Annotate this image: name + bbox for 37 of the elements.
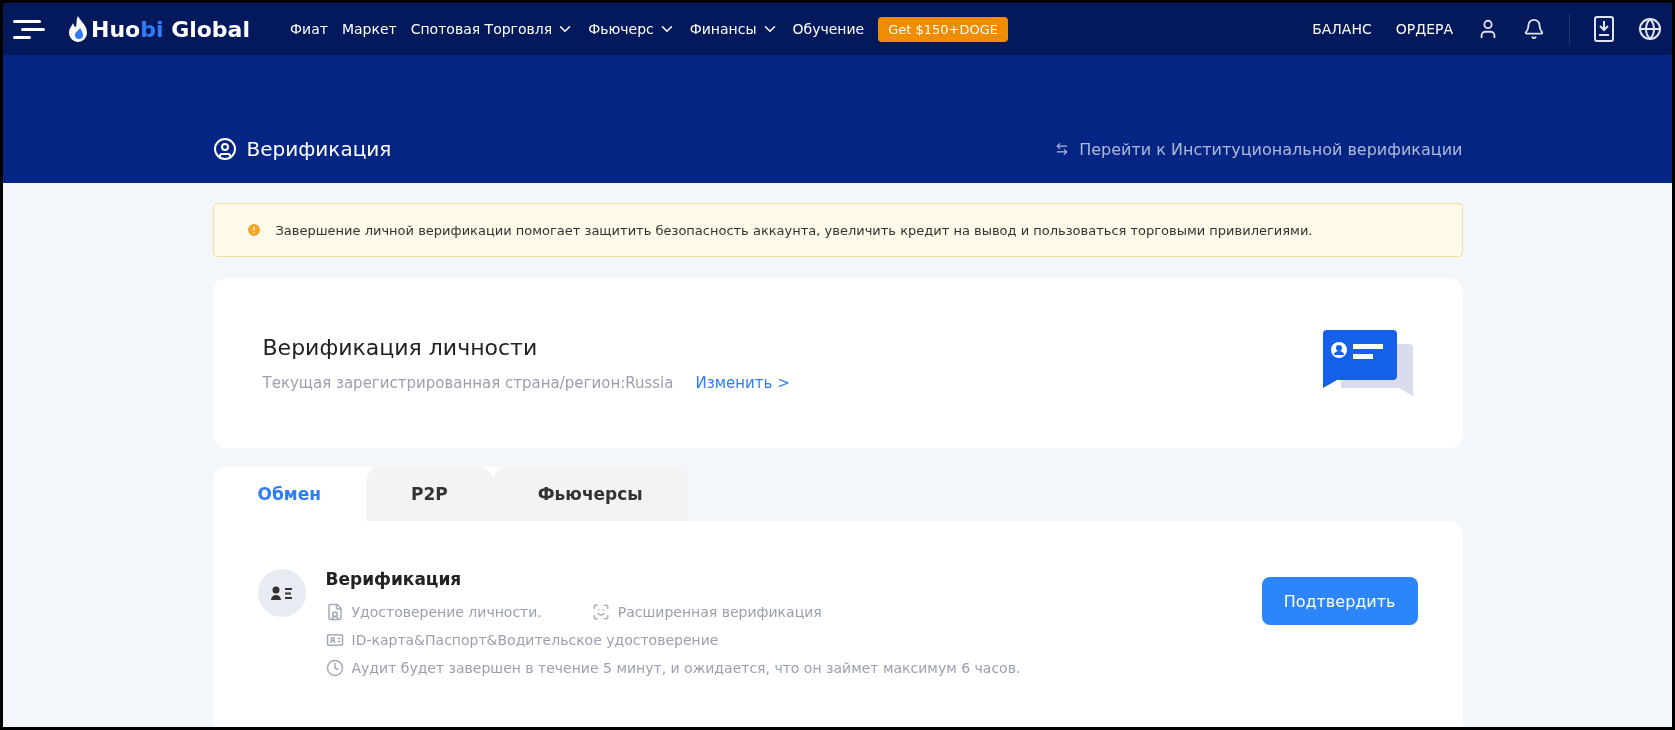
detail-text: Аудит будет завершен в течение 5 минут, и ожидается, что он займет максимум 6 часов. bbox=[351, 660, 1021, 676]
face-scan-icon bbox=[591, 603, 610, 621]
nav-link[interactable]: Финансы bbox=[689, 20, 779, 38]
institutional-verification-link[interactable]: Перейти к Институциональной верификации bbox=[1079, 139, 1463, 159]
country-label: Текущая зарегистрированная страна/регион:Russia bbox=[262, 373, 674, 392]
id-card-icon bbox=[325, 631, 344, 649]
user-list-icon bbox=[257, 569, 306, 617]
user-circle-icon bbox=[212, 137, 237, 161]
notice-text: Завершение личной верификации помогает защитить безопасность аккаунта, увеличить кредит на вывод и пользоваться торговыми привилегиями. bbox=[275, 222, 1313, 238]
tab[interactable]: Фьючерсы bbox=[492, 467, 688, 521]
confirm-button[interactable]: Подтвердить bbox=[1261, 577, 1418, 625]
requirement-text: Расширенная верификация bbox=[617, 604, 822, 620]
account-link[interactable]: БАЛАНС bbox=[1312, 21, 1372, 37]
nav-link[interactable]: Фьючерс bbox=[588, 20, 676, 38]
page-title: Верификация bbox=[246, 137, 392, 161]
download-icon[interactable] bbox=[1594, 16, 1614, 42]
swap-arrows-icon bbox=[1055, 142, 1070, 156]
menu-icon[interactable] bbox=[13, 18, 45, 40]
requirement-text: Удостоверение личности. bbox=[351, 604, 542, 620]
card-title: Верификация личности bbox=[262, 334, 539, 360]
tab[interactable]: P2P bbox=[366, 467, 493, 521]
document-user-icon bbox=[325, 603, 344, 621]
level-title: Верификация bbox=[325, 569, 463, 589]
nav-link[interactable]: Маркет bbox=[341, 21, 397, 37]
nav-link[interactable]: Обучение bbox=[792, 21, 865, 37]
warning-icon bbox=[245, 222, 262, 238]
globe-icon[interactable] bbox=[1638, 17, 1662, 41]
nav-link[interactable]: Фиат bbox=[290, 21, 328, 37]
detail-text: ID-карта&Паспорт&Водительское удостоверение bbox=[351, 632, 719, 648]
flame-logo-icon bbox=[69, 16, 87, 42]
clock-icon bbox=[325, 659, 344, 677]
change-link[interactable]: Изменить > bbox=[695, 373, 790, 392]
bell-icon[interactable] bbox=[1523, 18, 1545, 40]
logo-text[interactable]: Huobi Global bbox=[91, 16, 250, 42]
account-link[interactable]: ОРДЕРА bbox=[1395, 21, 1453, 37]
id-card-chat-icon bbox=[1322, 330, 1413, 396]
nav-link[interactable]: Спотовая Торговля bbox=[410, 20, 575, 38]
